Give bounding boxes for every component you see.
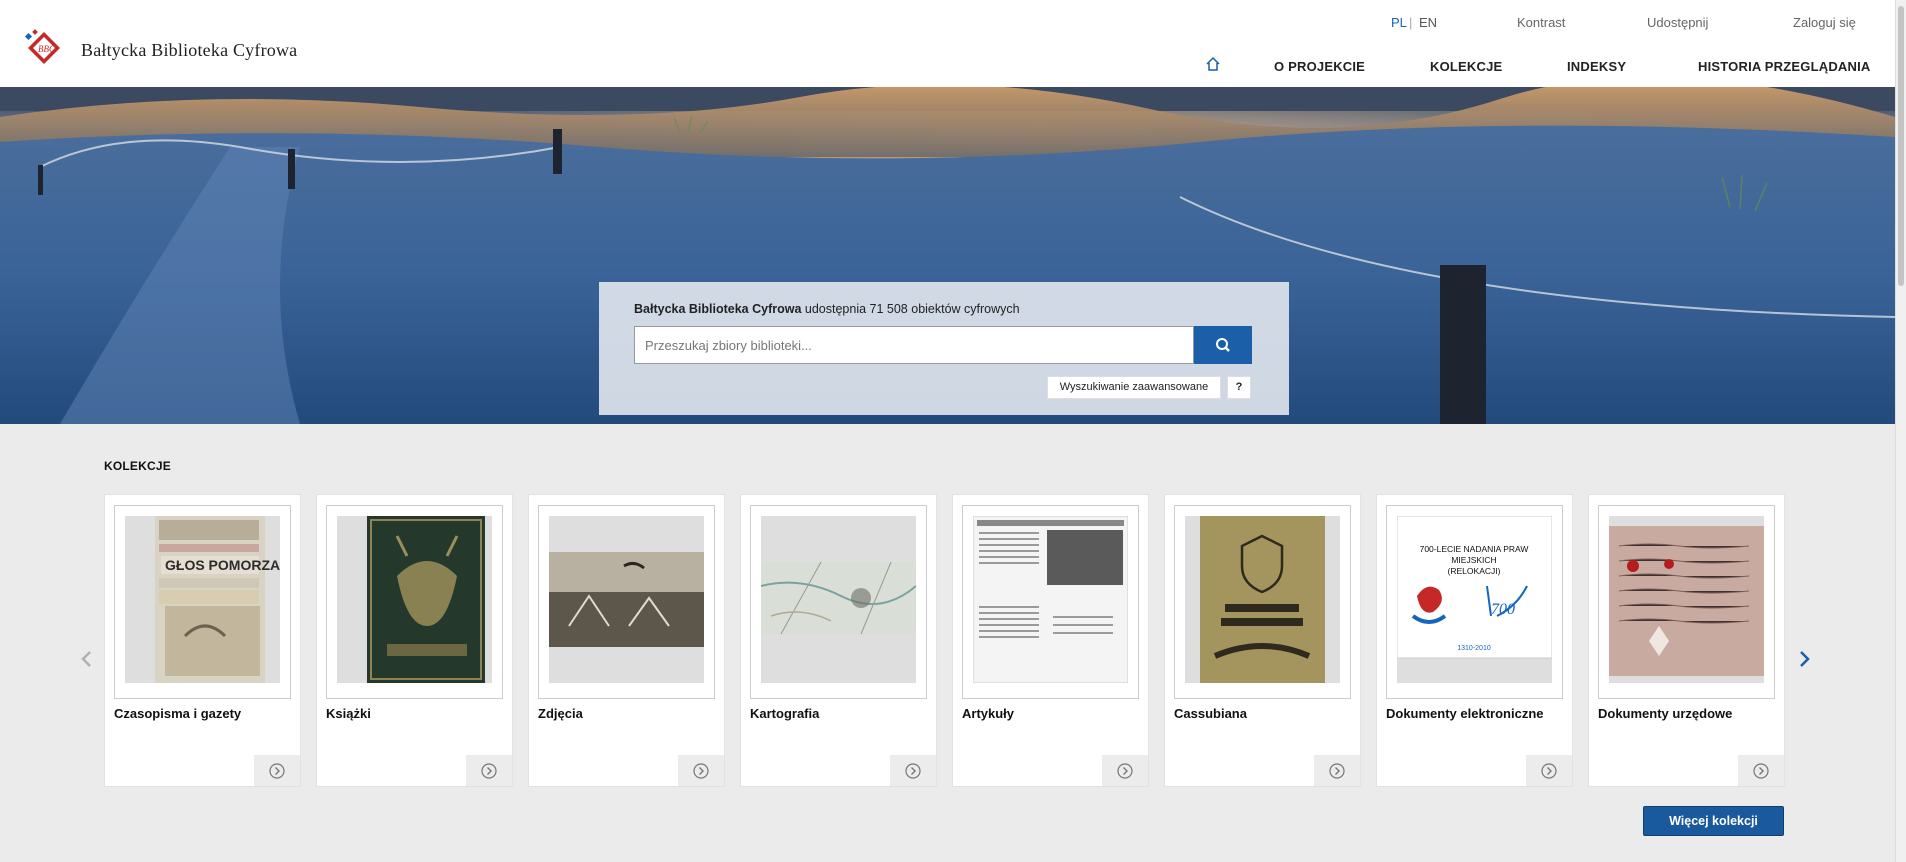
svg-text:GŁOS POMORZA: GŁOS POMORZA <box>165 557 280 573</box>
arrow-circle-right-icon <box>905 763 921 779</box>
search-help-button[interactable]: ? <box>1227 376 1251 399</box>
home-icon[interactable] <box>1205 56 1221 72</box>
chevron-left-icon[interactable] <box>80 650 94 668</box>
collection-card[interactable]: Książki <box>316 494 513 787</box>
collection-card[interactable]: Zdjęcia <box>528 494 725 787</box>
collection-thumbnail[interactable]: 700-LECIE NADANIA PRAW MIEJSKICH (RELOKA… <box>1386 505 1563 699</box>
collection-title[interactable]: Artykuły <box>962 706 1014 721</box>
collection-thumbnail[interactable] <box>538 505 715 699</box>
lang-en-link[interactable]: EN <box>1419 15 1437 30</box>
nav-o-projekcie[interactable]: O PROJEKCIE <box>1274 59 1365 74</box>
poster-line-3: (RELOKACJI) <box>1448 566 1501 576</box>
manuscript-image <box>1609 526 1764 676</box>
nav-historia-przegladania[interactable]: HISTORIA PRZEGLĄDANIA <box>1698 59 1870 74</box>
site-header: BBC Bałtycka Biblioteka Cyfrowa PL | EN … <box>0 0 1895 87</box>
collection-card[interactable]: Cassubiana <box>1164 494 1361 787</box>
share-link[interactable]: Udostępnij <box>1647 15 1708 30</box>
open-collection-button[interactable] <box>1738 755 1784 786</box>
collection-thumbnail[interactable] <box>962 505 1139 699</box>
site-name[interactable]: Bałtycka Biblioteka Cyfrowa <box>81 40 297 61</box>
search-input[interactable] <box>634 326 1194 364</box>
login-link[interactable]: Zaloguj się <box>1793 15 1856 30</box>
scrollbar-thumb[interactable] <box>1898 6 1904 286</box>
arrow-circle-right-icon <box>1329 763 1345 779</box>
nav-indeksy[interactable]: INDEKSY <box>1567 59 1626 74</box>
photo-image <box>549 552 704 647</box>
collection-title[interactable]: Książki <box>326 706 371 721</box>
collection-thumbnail[interactable] <box>1598 505 1775 699</box>
open-collection-button[interactable] <box>1314 755 1360 786</box>
search-caption: Bałtycka Biblioteka Cyfrowa udostępnia 7… <box>634 302 1020 316</box>
collections-title: KOLEKCJE <box>104 459 171 473</box>
map-image <box>761 561 916 635</box>
collection-card[interactable]: 700-LECIE NADANIA PRAW MIEJSKICH (RELOKA… <box>1376 494 1573 787</box>
collection-card[interactable]: Dokumenty urzędowe <box>1588 494 1785 787</box>
arrow-circle-right-icon <box>481 763 497 779</box>
collection-thumbnail[interactable] <box>1174 505 1351 699</box>
collection-title[interactable]: Zdjęcia <box>538 706 583 721</box>
collection-card[interactable]: Artykuły <box>952 494 1149 787</box>
book-image <box>367 516 485 683</box>
svg-text:BBC: BBC <box>38 44 56 54</box>
advanced-search-button[interactable]: Wyszukiwanie zaawansowane <box>1047 376 1221 399</box>
poster-image: 700-LECIE NADANIA PRAW MIEJSKICH (RELOKA… <box>1397 516 1552 659</box>
nav-kolekcje[interactable]: KOLEKCJE <box>1430 59 1502 74</box>
open-collection-button[interactable] <box>466 755 512 786</box>
open-collection-button[interactable] <box>678 755 724 786</box>
collection-thumbnail[interactable] <box>750 505 927 699</box>
search-icon <box>1216 338 1230 352</box>
article-image <box>973 516 1128 683</box>
svg-text:700: 700 <box>1491 601 1515 618</box>
collection-card[interactable]: Kartografia <box>740 494 937 787</box>
search-button[interactable] <box>1194 326 1252 364</box>
bbc-logo[interactable]: BBC <box>24 28 72 70</box>
collection-card[interactable]: GŁOS POMORZA Czasopisma i gazety <box>104 494 301 787</box>
open-collection-button[interactable] <box>1102 755 1148 786</box>
arrow-circle-right-icon <box>1117 763 1133 779</box>
collection-title[interactable]: Cassubiana <box>1174 706 1247 721</box>
arrow-circle-right-icon <box>1753 763 1769 779</box>
newspapers-image: GŁOS POMORZA <box>155 516 280 683</box>
lang-separator: | <box>1409 15 1413 30</box>
collection-thumbnail[interactable] <box>326 505 503 699</box>
hero-banner: Bałtycka Biblioteka Cyfrowa udostępnia 7… <box>0 87 1895 424</box>
arrow-circle-right-icon <box>269 763 285 779</box>
poster-line-2: MIEJSKICH <box>1451 555 1496 565</box>
open-collection-button[interactable] <box>254 755 300 786</box>
poster-year: 1310-2010 <box>1457 645 1491 652</box>
arrow-circle-right-icon <box>1541 763 1557 779</box>
chevron-right-icon[interactable] <box>1797 650 1811 668</box>
collection-title[interactable]: Czasopisma i gazety <box>114 706 241 721</box>
contrast-link[interactable]: Kontrast <box>1517 15 1565 30</box>
collection-title[interactable]: Kartografia <box>750 706 819 721</box>
arrow-circle-right-icon <box>693 763 709 779</box>
collection-title[interactable]: Dokumenty urzędowe <box>1598 706 1732 721</box>
search-panel: Bałtycka Biblioteka Cyfrowa udostępnia 7… <box>599 282 1289 415</box>
poster-line-1: 700-LECIE NADANIA PRAW <box>1420 544 1529 554</box>
collection-title[interactable]: Dokumenty elektroniczne <box>1386 706 1544 721</box>
cassubiana-image <box>1200 516 1325 683</box>
open-collection-button[interactable] <box>890 755 936 786</box>
lang-pl-link[interactable]: PL <box>1391 15 1407 30</box>
more-collections-button[interactable]: Więcej kolekcji <box>1643 806 1784 836</box>
open-collection-button[interactable] <box>1526 755 1572 786</box>
collection-thumbnail[interactable]: GŁOS POMORZA <box>114 505 291 699</box>
